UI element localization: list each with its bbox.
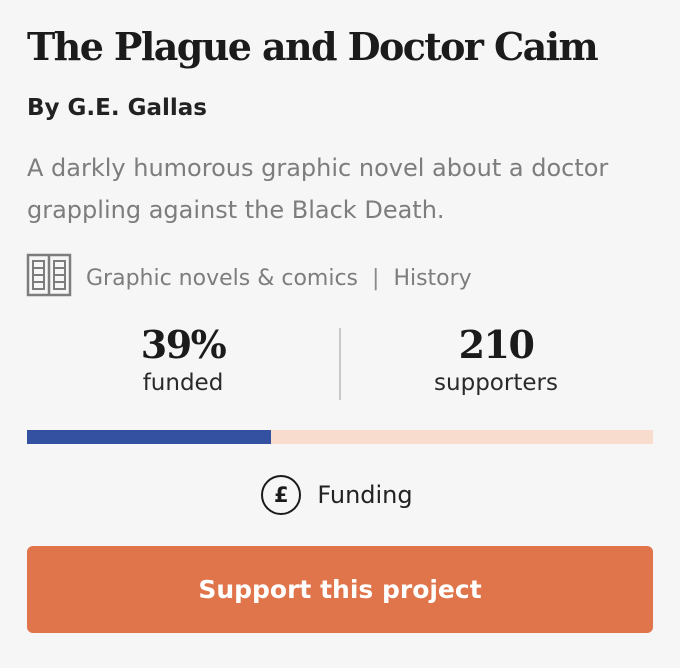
category-separator: | (372, 265, 380, 291)
category-link-graphic-novels[interactable]: Graphic novels & comics (86, 266, 358, 291)
funded-stat: 39% funded (83, 322, 283, 398)
funding-label: Funding (317, 481, 413, 509)
pound-icon: £ (261, 475, 302, 515)
project-description: A darkly humorous graphic novel about a … (27, 154, 609, 224)
funding-progress-bar (27, 430, 653, 444)
supporters-count: 210 (458, 322, 535, 367)
funded-label: funded (142, 370, 224, 396)
funded-percentage: 39% (140, 322, 227, 367)
book-icon (26, 253, 86, 303)
category-row: Graphic novels & comics | History (26, 253, 472, 303)
project-author[interactable]: By G.E. Gallas (27, 95, 207, 121)
funding-status: £ Funding (0, 472, 680, 518)
support-project-button[interactable]: Support this project (27, 546, 653, 633)
funding-progress-fill (27, 430, 272, 444)
supporters-stat: 210 supporters (396, 322, 596, 398)
stats-divider (339, 328, 341, 400)
project-title: The Plague and Doctor Caim (27, 24, 599, 69)
category-link-history[interactable]: History (393, 266, 471, 291)
supporters-label: supporters (434, 370, 558, 396)
